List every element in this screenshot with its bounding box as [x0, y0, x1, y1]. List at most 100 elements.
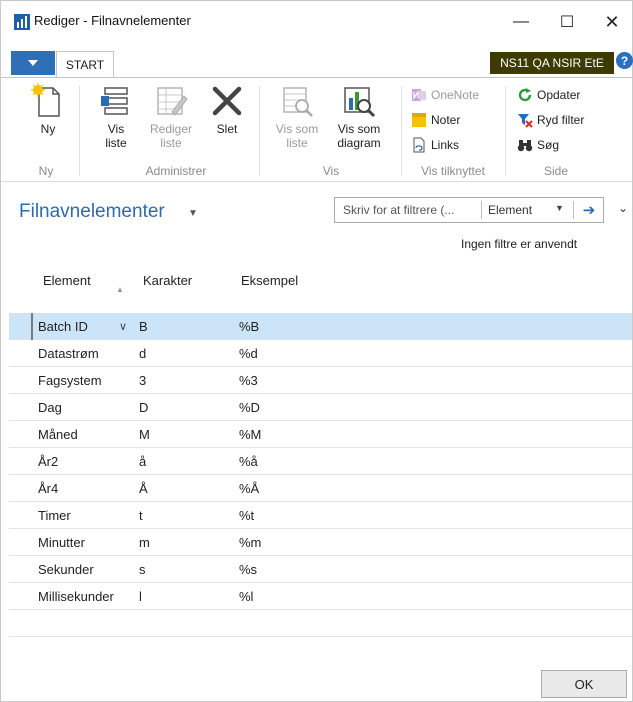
table-row[interactable]: Dag D %D: [9, 394, 632, 421]
show-as-list-label-2: liste: [286, 136, 308, 150]
cell-example: %m: [239, 535, 262, 550]
arrow-right-icon[interactable]: ➔: [579, 200, 599, 220]
chevron-down-icon[interactable]: ▼: [555, 203, 564, 213]
delete-button[interactable]: Slet: [207, 82, 247, 136]
cell-character[interactable]: B: [139, 319, 148, 334]
ok-button[interactable]: OK: [541, 670, 627, 698]
table-row[interactable]: År4 Å %Å: [9, 475, 632, 502]
table-row[interactable]: År2 å %å: [9, 448, 632, 475]
cell-character[interactable]: s: [139, 562, 146, 577]
cell-character[interactable]: l: [139, 589, 142, 604]
show-as-chart-label-1: Vis som: [337, 122, 381, 136]
filter-divider: [481, 201, 482, 219]
table-row[interactable]: Minutter m %m: [9, 529, 632, 556]
collapse-chevron-icon[interactable]: ⌄: [618, 201, 628, 215]
table-row[interactable]: Millisekunder l %l: [9, 583, 632, 610]
application-menu-button[interactable]: [11, 51, 55, 75]
column-header-character[interactable]: Karakter: [143, 273, 192, 288]
show-as-list-label-1: Vis som: [275, 122, 319, 136]
close-button[interactable]: ✕: [592, 9, 632, 35]
cell-example: %3: [239, 373, 258, 388]
group-label-related: Vis tilknyttet: [421, 164, 485, 178]
cell-character[interactable]: 3: [139, 373, 146, 388]
cell-character[interactable]: d: [139, 346, 146, 361]
onenote-button[interactable]: OneNote: [411, 84, 479, 106]
chevron-down-icon[interactable]: ∨: [119, 320, 127, 333]
page-title[interactable]: Filnavnelementer: [19, 201, 165, 223]
app-logo-icon: [14, 14, 30, 30]
maximize-button[interactable]: ☐: [547, 9, 587, 35]
filter-divider: [573, 201, 574, 219]
refresh-icon: [518, 88, 532, 102]
view-list-label-1: Vis: [107, 122, 125, 136]
filter-input[interactable]: Skriv for at filtrere (...: [343, 203, 454, 217]
cell-element[interactable]: Måned: [38, 427, 78, 442]
filter-box: Skriv for at filtrere (... Element ▼ ➔: [334, 197, 604, 223]
clear-filter-button[interactable]: Ryd filter: [517, 109, 584, 131]
cell-character[interactable]: m: [139, 535, 150, 550]
cell-character[interactable]: å: [139, 454, 146, 469]
cell-element[interactable]: Timer: [38, 508, 71, 523]
search-label: Søg: [537, 138, 560, 152]
new-document-icon: [31, 83, 60, 117]
cell-element[interactable]: Datastrøm: [38, 346, 99, 361]
cell-element[interactable]: Minutter: [38, 535, 85, 550]
search-button[interactable]: Søg: [517, 134, 559, 156]
notes-button[interactable]: Noter: [411, 109, 460, 131]
table-row[interactable]: Datastrøm d %d: [9, 340, 632, 367]
edit-list-label-2: liste: [160, 136, 182, 150]
links-button[interactable]: Links: [411, 134, 459, 156]
cell-example: %t: [239, 508, 255, 523]
table-row[interactable]: Måned M %M: [9, 421, 632, 448]
help-icon[interactable]: ?: [616, 52, 633, 69]
show-as-list-button[interactable]: Vis som liste: [269, 82, 325, 150]
filters-status: Ingen filtre er anvendt: [461, 237, 578, 251]
cell-character[interactable]: t: [139, 508, 143, 523]
table-row-empty[interactable]: [9, 610, 632, 637]
refresh-label: Opdater: [537, 88, 581, 102]
group-label-page: Side: [543, 164, 569, 178]
cell-character[interactable]: Å: [139, 481, 148, 496]
cell-element[interactable]: Millisekunder: [38, 589, 114, 604]
view-list-label-2: liste: [105, 136, 127, 150]
filter-field-select[interactable]: Element: [488, 203, 532, 217]
show-as-chart-button[interactable]: Vis som diagram: [329, 82, 389, 150]
group-label-view: Vis: [322, 164, 340, 178]
ribbon-divider: [505, 86, 506, 176]
minimize-button[interactable]: —: [501, 9, 541, 35]
refresh-button[interactable]: Opdater: [517, 84, 580, 106]
group-label-admin: Administrer: [145, 164, 207, 178]
view-list-icon: [101, 87, 128, 115]
binoculars-icon: [517, 140, 533, 152]
table-row[interactable]: Fagsystem 3 %3: [9, 367, 632, 394]
ribbon-tabstrip: START NS11 QA NSIR EtE ?: [1, 49, 633, 78]
view-list-button[interactable]: Vis liste: [93, 82, 139, 150]
cell-element[interactable]: Fagsystem: [38, 373, 102, 388]
cell-element[interactable]: Dag: [38, 400, 62, 415]
cell-character[interactable]: M: [139, 427, 150, 442]
title-dropdown-icon[interactable]: ▼: [188, 208, 198, 219]
column-header-example[interactable]: Eksempel: [241, 273, 298, 288]
cell-element[interactable]: År2: [38, 454, 58, 469]
cell-example: %l: [239, 589, 254, 604]
cell-element[interactable]: Sekunder: [38, 562, 94, 577]
cell-example: %D: [239, 400, 260, 415]
tab-start[interactable]: START: [56, 51, 114, 78]
cell-character[interactable]: D: [139, 400, 148, 415]
edit-list-button[interactable]: Rediger liste: [143, 82, 199, 150]
show-as-list-icon: [283, 87, 313, 117]
cell-element[interactable]: År4: [38, 481, 58, 496]
table-header: Element ▲ Karakter Eksempel: [1, 263, 632, 303]
table-row[interactable]: Batch ID ∨ B %B: [9, 313, 632, 340]
new-button[interactable]: Ny: [23, 82, 73, 136]
delete-icon: [212, 86, 242, 116]
column-header-element[interactable]: Element: [43, 273, 91, 288]
link-document-icon: [413, 137, 425, 153]
ribbon-divider: [259, 86, 260, 176]
cell-example: %B: [239, 319, 260, 334]
cell-example: %å: [239, 454, 258, 469]
window-title: Rediger - Filnavnelementer: [34, 13, 191, 28]
table-row[interactable]: Sekunder s %s: [9, 556, 632, 583]
table-row[interactable]: Timer t %t: [9, 502, 632, 529]
cell-element[interactable]: Batch ID: [38, 319, 88, 334]
